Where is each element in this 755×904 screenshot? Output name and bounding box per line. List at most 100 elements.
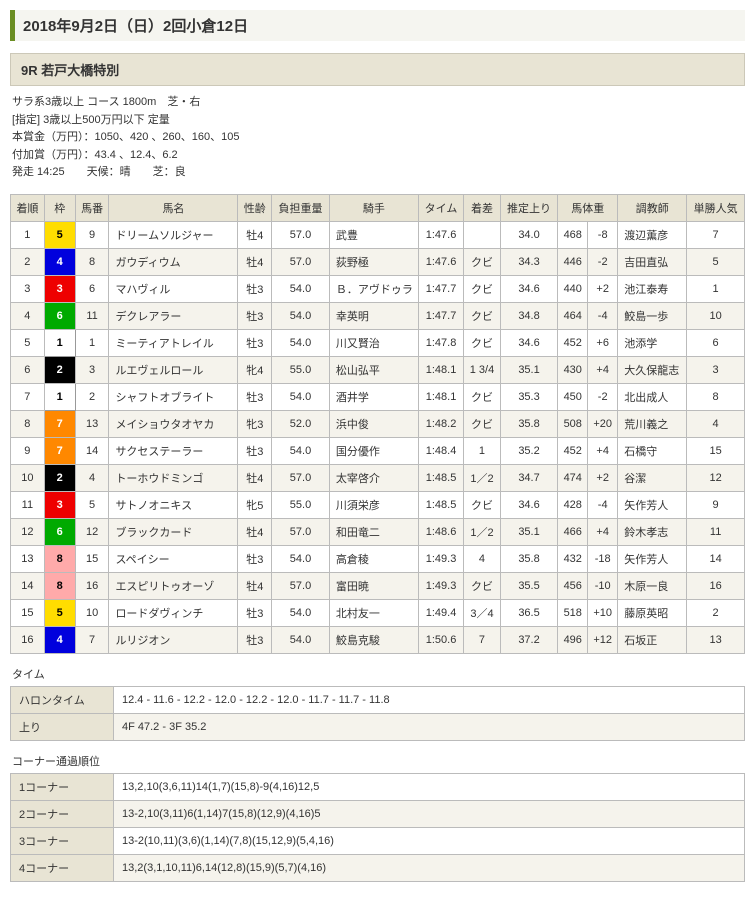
cell-rank: 3	[11, 275, 45, 302]
cell-weight: 54.0	[272, 437, 330, 464]
cell-weight: 54.0	[272, 599, 330, 626]
cell-sexage: 牡4	[238, 572, 272, 599]
cell-num: 2	[75, 383, 109, 410]
cell-rank: 9	[11, 437, 45, 464]
cell-rank: 10	[11, 464, 45, 491]
cell-bdiff: -4	[588, 491, 618, 518]
cell-weight: 54.0	[272, 275, 330, 302]
corner-value: 13,2(3,1,10,11)6,14(12,8)(15,9)(5,7)(4,1…	[114, 854, 745, 881]
cell-num: 9	[75, 221, 109, 248]
cell-bweight: 430	[558, 356, 588, 383]
cell-bdiff: +10	[588, 599, 618, 626]
table-row: 159ドリームソルジャー牡457.0武豊1:47.634.0468-8渡辺薫彦7	[11, 221, 745, 248]
cell-trainer: 北出成人	[618, 383, 687, 410]
cell-rank: 2	[11, 248, 45, 275]
cell-margin: クビ	[464, 248, 500, 275]
cell-bweight: 446	[558, 248, 588, 275]
cell-jockey: 川須栄彦	[329, 491, 418, 518]
cell-margin: クビ	[464, 572, 500, 599]
cell-weight: 54.0	[272, 545, 330, 572]
cell-pop: 10	[687, 302, 745, 329]
cell-sexage: 牡4	[238, 518, 272, 545]
corner-label: 1コーナー	[11, 773, 114, 800]
col-trainer: 調教師	[618, 194, 687, 221]
table-row: 336マハヴィル牡354.0Ｂ．アヴドゥラ1:47.7クビ34.6440+2池江…	[11, 275, 745, 302]
cell-jockey: 幸英明	[329, 302, 418, 329]
cell-time: 1:48.1	[418, 383, 463, 410]
cell-jockey: Ｂ．アヴドゥラ	[329, 275, 418, 302]
col-jockey: 騎手	[329, 194, 418, 221]
cell-jockey: 和田竜二	[329, 518, 418, 545]
cell-bweight: 440	[558, 275, 588, 302]
cell-weight: 55.0	[272, 356, 330, 383]
cell-agari: 35.8	[500, 545, 558, 572]
cell-sexage: 牝3	[238, 410, 272, 437]
cell-pop: 12	[687, 464, 745, 491]
cell-horse-name: メイショウタオヤカ	[109, 410, 238, 437]
cell-bdiff: +6	[588, 329, 618, 356]
cell-trainer: 矢作芳人	[618, 545, 687, 572]
cell-trainer: 渡辺薫彦	[618, 221, 687, 248]
cell-bdiff: -8	[588, 221, 618, 248]
cell-agari: 35.5	[500, 572, 558, 599]
cell-margin: 1／2	[464, 464, 500, 491]
cell-bdiff: -2	[588, 383, 618, 410]
cell-bweight: 466	[558, 518, 588, 545]
table-row: 4611デクレアラー牡354.0幸英明1:47.7クビ34.8464-4鮫島一歩…	[11, 302, 745, 329]
cell-waku: 2	[44, 464, 75, 491]
table-row: 623ルエヴェルロール牝455.0松山弘平1:48.11 3/435.1430+…	[11, 356, 745, 383]
cell-margin: 3／4	[464, 599, 500, 626]
cell-horse-name: スペイシー	[109, 545, 238, 572]
cell-time: 1:48.5	[418, 464, 463, 491]
cell-sexage: 牝4	[238, 356, 272, 383]
cell-rank: 4	[11, 302, 45, 329]
cell-pop: 13	[687, 626, 745, 653]
race-info-line: サラ系3歳以上 コース 1800m 芝・右	[12, 94, 745, 112]
cell-pop: 14	[687, 545, 745, 572]
cell-pop: 8	[687, 383, 745, 410]
cell-pop: 15	[687, 437, 745, 464]
cell-weight: 54.0	[272, 302, 330, 329]
cell-waku: 3	[44, 275, 75, 302]
cell-num: 15	[75, 545, 109, 572]
cell-bdiff: +2	[588, 464, 618, 491]
cell-sexage: 牡3	[238, 329, 272, 356]
cell-rank: 5	[11, 329, 45, 356]
cell-num: 5	[75, 491, 109, 518]
cell-rank: 1	[11, 221, 45, 248]
cell-time: 1:49.3	[418, 572, 463, 599]
cell-weight: 54.0	[272, 626, 330, 653]
cell-weight: 57.0	[272, 221, 330, 248]
cell-bweight: 452	[558, 437, 588, 464]
corner-label: 2コーナー	[11, 800, 114, 827]
cell-trainer: 荒川義之	[618, 410, 687, 437]
cell-agari: 34.7	[500, 464, 558, 491]
cell-margin: 1／2	[464, 518, 500, 545]
cell-rank: 12	[11, 518, 45, 545]
table-row: 1024トーホウドミンゴ牡457.0太宰啓介1:48.51／234.7474+2…	[11, 464, 745, 491]
cell-num: 4	[75, 464, 109, 491]
table-row: 14816エスピリトゥオーゾ牡457.0富田暁1:49.3クビ35.5456-1…	[11, 572, 745, 599]
cell-num: 6	[75, 275, 109, 302]
cell-rank: 16	[11, 626, 45, 653]
cell-num: 11	[75, 302, 109, 329]
agari-value: 4F 47.2 - 3F 35.2	[114, 713, 745, 740]
cell-trainer: 矢作芳人	[618, 491, 687, 518]
table-row: 8713メイショウタオヤカ牝352.0浜中俊1:48.2クビ35.8508+20…	[11, 410, 745, 437]
agari-label: 上り	[11, 713, 114, 740]
table-header-row: 着順 枠 馬番 馬名 性齢 負担重量 騎手 タイム 着差 推定上り 馬体重 調教…	[11, 194, 745, 221]
cell-waku: 5	[44, 221, 75, 248]
cell-rank: 11	[11, 491, 45, 518]
race-info: サラ系3歳以上 コース 1800m 芝・右 [指定] 3歳以上500万円以下 定…	[12, 94, 745, 182]
cell-horse-name: トーホウドミンゴ	[109, 464, 238, 491]
col-pop: 単勝人気	[687, 194, 745, 221]
cell-trainer: 石橋守	[618, 437, 687, 464]
cell-horse-name: ドリームソルジャー	[109, 221, 238, 248]
table-row: 248ガウディウム牡457.0荻野極1:47.6クビ34.3446-2吉田直弘5	[11, 248, 745, 275]
cell-sexage: 牡3	[238, 437, 272, 464]
cell-waku: 8	[44, 545, 75, 572]
table-row: 上り 4F 47.2 - 3F 35.2	[11, 713, 745, 740]
cell-jockey: 太宰啓介	[329, 464, 418, 491]
corner-value: 13-2(10,11)(3,6)(1,14)(7,8)(15,12,9)(5,4…	[114, 827, 745, 854]
cell-jockey: 富田暁	[329, 572, 418, 599]
